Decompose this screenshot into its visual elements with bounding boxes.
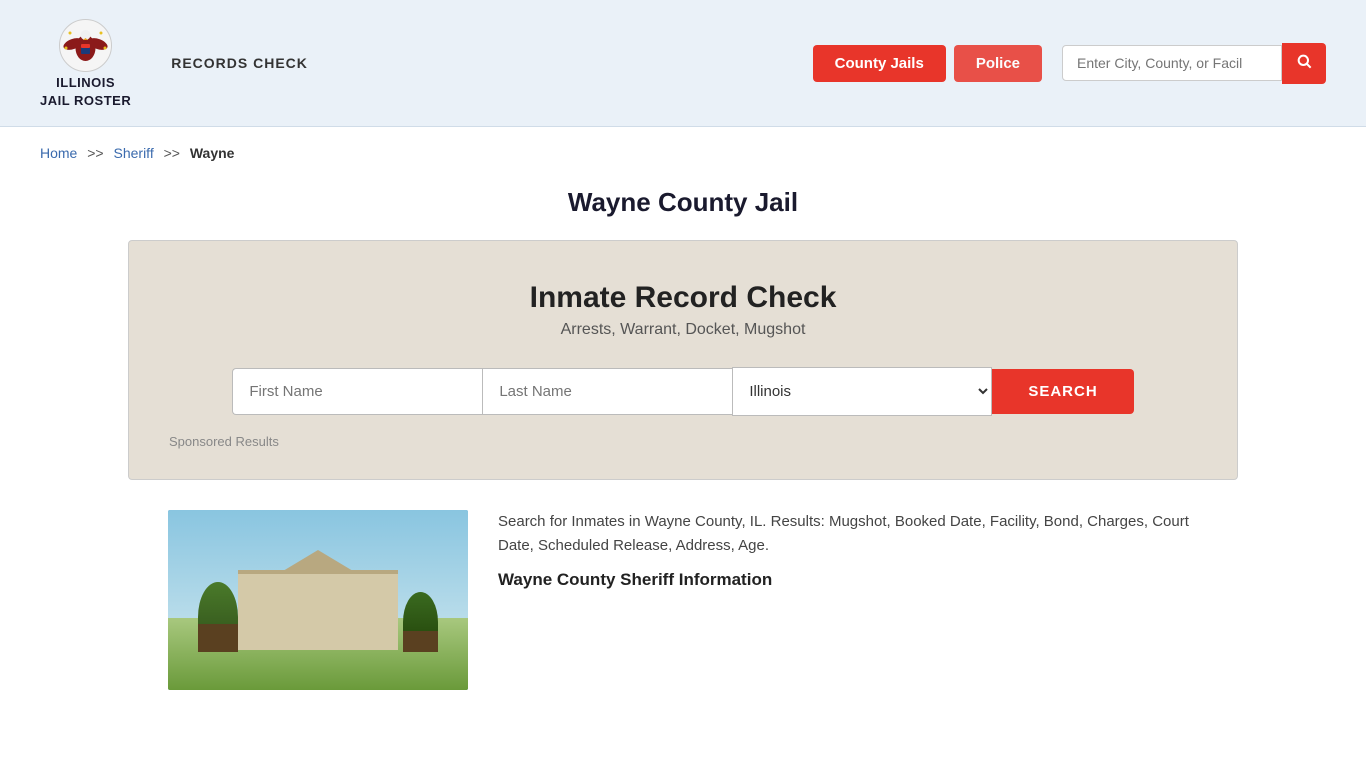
site-logo[interactable]: ILLINOIS JAIL ROSTER — [40, 18, 131, 108]
header-search-input[interactable] — [1062, 45, 1282, 81]
state-select[interactable]: IllinoisAlabamaAlaskaArizonaArkansasCali… — [732, 367, 992, 416]
header-search-button[interactable] — [1282, 43, 1326, 84]
breadcrumb-sep1: >> — [87, 145, 103, 161]
search-icon — [1296, 53, 1312, 69]
first-name-input[interactable] — [232, 368, 482, 415]
breadcrumb-current: Wayne — [190, 145, 235, 161]
breadcrumb-home[interactable]: Home — [40, 145, 77, 161]
description-text: Search for Inmates in Wayne County, IL. … — [498, 510, 1198, 558]
record-check-subtitle: Arrests, Warrant, Docket, Mugshot — [169, 321, 1197, 339]
sheriff-info-heading: Wayne County Sheriff Information — [498, 570, 1198, 590]
sponsored-results-label: Sponsored Results — [169, 434, 1197, 449]
logo-text: ILLINOIS — [56, 75, 115, 91]
illinois-seal-icon — [58, 18, 113, 73]
inmate-search-form: IllinoisAlabamaAlaskaArizonaArkansasCali… — [169, 367, 1197, 416]
county-jails-button[interactable]: County Jails — [813, 45, 946, 82]
record-check-title: Inmate Record Check — [169, 281, 1197, 315]
breadcrumb-sheriff[interactable]: Sheriff — [114, 145, 154, 161]
site-header: ILLINOIS JAIL ROSTER RECORDS CHECK Count… — [0, 0, 1366, 127]
logo-text-2: JAIL ROSTER — [40, 93, 131, 109]
tree2-shape — [403, 592, 438, 652]
facility-image — [168, 510, 468, 690]
tree1-shape — [198, 582, 238, 652]
bottom-section: Search for Inmates in Wayne County, IL. … — [128, 510, 1238, 690]
page-title-section: Wayne County Jail — [0, 169, 1366, 240]
building-shape — [238, 570, 398, 650]
police-button[interactable]: Police — [954, 45, 1042, 82]
breadcrumb: Home >> Sheriff >> Wayne — [0, 127, 1366, 169]
header-search — [1062, 43, 1326, 84]
inmate-search-button[interactable]: SEARCH — [992, 369, 1133, 414]
records-check-link[interactable]: RECORDS CHECK — [171, 55, 308, 71]
page-title: Wayne County Jail — [0, 187, 1366, 218]
breadcrumb-sep2: >> — [164, 145, 180, 161]
last-name-input[interactable] — [482, 368, 732, 415]
description-area: Search for Inmates in Wayne County, IL. … — [498, 510, 1198, 590]
record-check-box: Inmate Record Check Arrests, Warrant, Do… — [128, 240, 1238, 480]
main-nav: County Jails Police — [813, 43, 1326, 84]
